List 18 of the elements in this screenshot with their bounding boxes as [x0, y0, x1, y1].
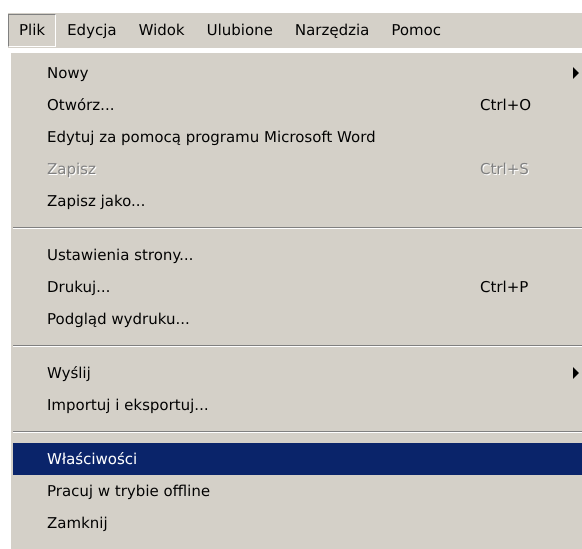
menu-item[interactable]: Wyślij: [13, 357, 582, 389]
menu-item[interactable]: Importuj i eksportuj...: [13, 389, 582, 421]
menu-item[interactable]: Podgląd wydruku...: [13, 303, 582, 335]
menu-item[interactable]: Zapisz jako...: [13, 185, 582, 217]
menu-item[interactable]: Pracuj w trybie offline: [13, 475, 582, 507]
menu-item[interactable]: Ustawienia strony...: [13, 239, 582, 271]
menu-item[interactable]: Drukuj... Ctrl+P: [13, 271, 582, 303]
menu-bar-item[interactable]: Edycja: [56, 14, 128, 47]
menu-item[interactable]: Zamknij: [13, 507, 582, 539]
menu-bar-item[interactable]: Pomoc: [380, 14, 452, 47]
menu-item[interactable]: Nowy: [13, 57, 582, 89]
menu-bar-item[interactable]: Narzędzia: [284, 14, 380, 47]
menu-bar-item[interactable]: Ulubione: [196, 14, 284, 47]
menu-bar-item[interactable]: Plik: [8, 14, 56, 47]
menu-bar-item[interactable]: Widok: [128, 14, 196, 47]
menu-item[interactable]: Właściwości: [13, 443, 582, 475]
menu-item[interactable]: Otwórz... Ctrl+O: [13, 89, 582, 121]
menu-item[interactable]: Edytuj za pomocą programu Microsoft Word: [13, 121, 582, 153]
